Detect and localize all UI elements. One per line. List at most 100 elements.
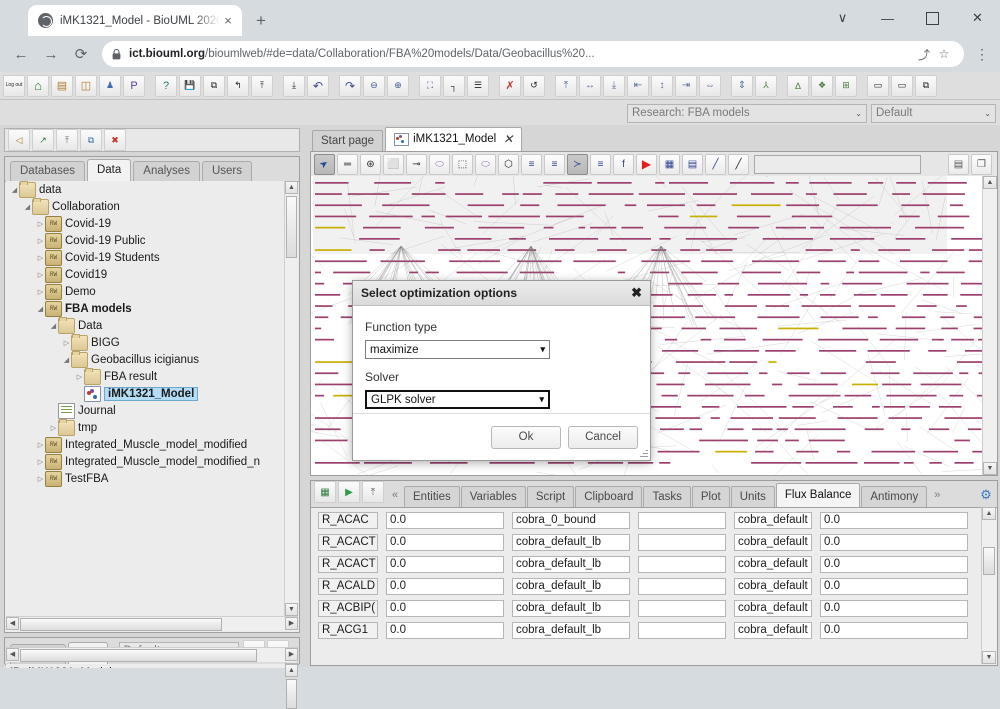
expand-arrow-icon[interactable]: ▷ [36, 288, 45, 296]
scroll-thumb[interactable] [286, 196, 297, 258]
close-icon[interactable]: ✖ [631, 285, 642, 301]
scroll-right-icon[interactable]: ▶ [285, 617, 298, 630]
help-icon[interactable]: ? [155, 75, 177, 97]
add-reaction-icon[interactable]: ⊛ [360, 154, 381, 175]
add-compartment-icon[interactable]: ⬜ [383, 154, 404, 175]
add-constraint-icon[interactable]: ≻ [567, 154, 588, 175]
home-icon[interactable]: ⌂ [27, 75, 49, 97]
tree-node[interactable]: ◢data [6, 181, 298, 198]
properties-tab-entities[interactable]: Entities [404, 486, 460, 507]
properties-tab-flux-balance[interactable]: Flux Balance [776, 483, 860, 507]
solid-edge-icon[interactable]: ╱ [728, 154, 749, 175]
distribute-v-icon[interactable]: ⇕ [731, 75, 753, 97]
tree-node[interactable]: ▷RWTestFBA [6, 470, 298, 487]
expand-arrow-icon[interactable]: ▷ [36, 237, 45, 245]
add-modifier-icon[interactable]: ⊸ [406, 154, 427, 175]
table-cell-6[interactable]: 0.0 [820, 600, 968, 617]
reaction-id-cell[interactable]: R_ACACT [318, 534, 378, 551]
table-cell-3[interactable]: cobra_default_lb [512, 600, 630, 617]
align-left-icon[interactable]: ⇤ [627, 75, 649, 97]
expand-arrow-icon[interactable]: ◢ [10, 186, 19, 194]
window-minimize-button[interactable]: — [865, 0, 910, 36]
table-cell-4[interactable] [638, 534, 726, 551]
table-cell-5[interactable]: cobra_default [734, 600, 812, 617]
add-note-icon[interactable]: ⬚ [452, 154, 473, 175]
table-vertical-scrollbar[interactable]: ▲ ▼ [981, 507, 996, 664]
ungroup-nodes-icon[interactable]: ▭ [891, 75, 913, 97]
forward-icon[interactable]: → [36, 40, 66, 68]
tree-node[interactable]: Journal [6, 402, 298, 419]
reaction-id-cell[interactable]: R_ACBIP( [318, 600, 378, 617]
table-cell-3[interactable]: cobra_default_lb [512, 622, 630, 639]
delete-icon[interactable]: ✖ [104, 129, 126, 151]
document-tab[interactable]: Start page [312, 130, 383, 151]
table-cell-4[interactable] [638, 578, 726, 595]
add-function-f-icon[interactable]: f [613, 154, 634, 175]
group-nodes-icon[interactable]: ▭ [867, 75, 889, 97]
properties-tab-antimony[interactable]: Antimony [861, 486, 927, 507]
layout-force-icon[interactable]: ∆ [787, 75, 809, 97]
table-cell-6[interactable]: 0.0 [820, 578, 968, 595]
tabs-scroll-right-icon[interactable]: » [928, 483, 946, 507]
expand-arrow-icon[interactable]: ▷ [36, 220, 45, 228]
function-type-select[interactable]: maximize ▾ [365, 340, 550, 359]
dashed-edge-icon[interactable]: ╱ [705, 154, 726, 175]
reaction-id-cell[interactable]: R_ACG1 [318, 622, 378, 639]
solver-select[interactable]: GLPK solver ▾ [365, 390, 550, 409]
tree-node[interactable]: ▷tmp [6, 419, 298, 436]
table-cell-2[interactable]: 0.0 [386, 512, 504, 529]
scroll-left-icon[interactable]: ◀ [6, 648, 19, 661]
window-close-button[interactable]: ✕ [955, 0, 1000, 36]
scroll-thumb[interactable] [286, 679, 297, 709]
upload-icon[interactable]: ⤒ [56, 129, 78, 151]
tree-node[interactable]: ◢Data [6, 317, 298, 334]
table-cell-6[interactable]: 0.0 [820, 622, 968, 639]
tree-node[interactable]: ▷RWCovid-19 Students [6, 249, 298, 266]
bookmark-star-icon[interactable]: ☆ [934, 47, 954, 61]
new-folder-icon[interactable]: ⧉ [80, 129, 102, 151]
share-icon[interactable]: ⤴ [914, 46, 934, 63]
align-bottom-icon[interactable]: ⤓ [603, 75, 625, 97]
scroll-down-icon[interactable]: ▼ [982, 651, 996, 664]
scroll-down-icon[interactable]: ▼ [285, 603, 298, 616]
tabs-scroll-left-icon[interactable]: « [386, 483, 404, 507]
expand-arrow-icon[interactable]: ◢ [49, 322, 58, 330]
scroll-up-icon[interactable]: ▲ [982, 507, 996, 520]
scroll-up-icon[interactable]: ▲ [983, 176, 997, 189]
back-icon[interactable]: ← [6, 40, 36, 68]
expand-arrow-icon[interactable]: ▷ [36, 441, 45, 449]
table-cell-6[interactable]: 0.0 [820, 534, 968, 551]
add-event-icon[interactable]: ⬭ [475, 154, 496, 175]
tree-node[interactable]: ◢Collaboration [6, 198, 298, 215]
close-tab-icon[interactable]: × [220, 13, 236, 28]
expand-arrow-icon[interactable]: ▷ [36, 271, 45, 279]
tree-node[interactable]: ▷RWIntegrated_Muscle_model_modified_n [6, 453, 298, 470]
reaction-id-cell[interactable]: R_ACACT [318, 556, 378, 573]
table-cell-3[interactable]: cobra_default_lb [512, 556, 630, 573]
table-cell-5[interactable]: cobra_default [734, 534, 812, 551]
tree-node[interactable]: ▷RWCovid19 [6, 266, 298, 283]
dialog-resize-handle[interactable] [639, 449, 648, 458]
tree-node[interactable]: ▷RWDemo [6, 283, 298, 300]
expand-arrow-icon[interactable]: ▷ [36, 475, 45, 483]
comments-panel-icon[interactable]: ❐ [971, 154, 992, 175]
add-equation-icon[interactable]: ≡ [544, 154, 565, 175]
scroll-up-icon[interactable]: ▲ [285, 664, 298, 677]
layout-hierarchic-icon[interactable]: ⅄ [755, 75, 777, 97]
show-report-icon[interactable]: ▤ [682, 154, 703, 175]
sidebar-tab-users[interactable]: Users [202, 161, 252, 181]
properties-tab-tasks[interactable]: Tasks [643, 486, 690, 507]
scroll-up-icon[interactable]: ▲ [285, 181, 298, 194]
export-table-icon[interactable]: ⤒ [362, 481, 384, 503]
add-stop-icon[interactable]: ⬡ [498, 154, 519, 175]
table-cell-3[interactable]: cobra_default_lb [512, 534, 630, 551]
scroll-left-icon[interactable]: ◀ [6, 617, 19, 630]
outline-panel-icon[interactable]: ▤ [948, 154, 969, 175]
expand-arrow-icon[interactable]: ◢ [36, 305, 45, 313]
table-cell-2[interactable]: 0.0 [386, 578, 504, 595]
refresh-view-icon[interactable]: ↺ [523, 75, 545, 97]
clone-view-icon[interactable]: ⧉ [915, 75, 937, 97]
window-maximize-button[interactable] [910, 0, 955, 36]
diagram-vertical-scrollbar[interactable]: ▲ ▼ [982, 176, 997, 475]
table-cell-2[interactable]: 0.0 [386, 600, 504, 617]
